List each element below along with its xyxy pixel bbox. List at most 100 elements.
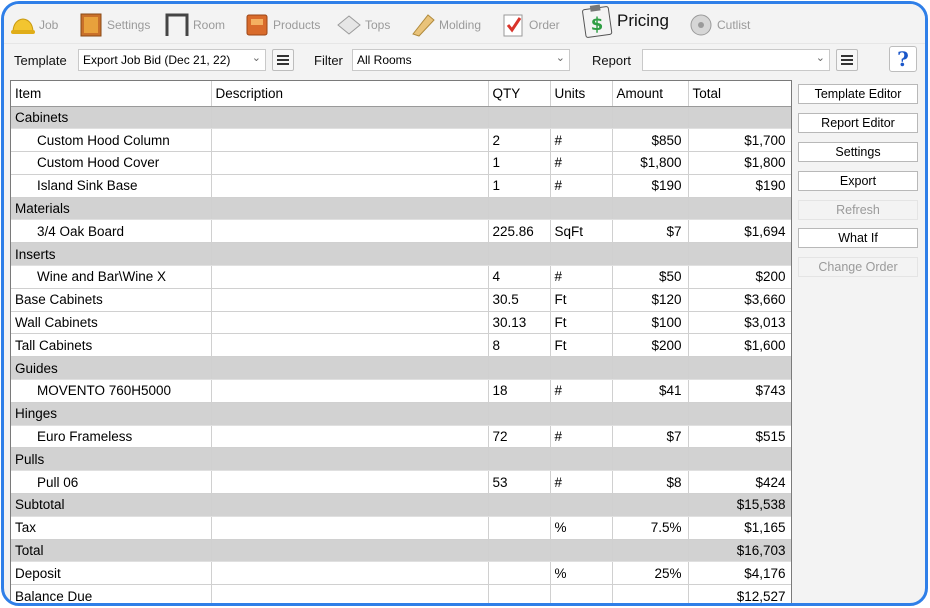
cell-item[interactable]: Base Cabinets <box>11 288 212 312</box>
table-row[interactable]: Balance Due $12,527 <box>11 584 791 603</box>
cell-amount[interactable]: $1,800 <box>612 151 689 175</box>
change-order-button[interactable]: Change Order <box>798 257 918 277</box>
cell-description[interactable] <box>211 561 489 586</box>
cell-item[interactable]: Custom Hood Column <box>11 128 212 153</box>
column-header-item[interactable]: Item <box>11 81 212 107</box>
column-header-qty[interactable]: QTY <box>488 81 551 107</box>
group-row[interactable]: Guides <box>11 356 791 381</box>
cell-units[interactable]: # <box>550 128 613 153</box>
cell-qty[interactable]: 53 <box>488 470 551 495</box>
table-row[interactable]: 3/4 Oak Board 225.86 SqFt $7 $1,694 <box>11 219 791 244</box>
tab-cutlist[interactable]: Cutlist <box>688 10 750 40</box>
column-header-units[interactable]: Units <box>550 81 613 107</box>
cell-item[interactable]: MOVENTO 760H5000 <box>11 379 212 403</box>
cell-total[interactable] <box>688 447 791 472</box>
report-editor-button[interactable]: Report Editor <box>798 113 918 133</box>
table-row[interactable]: Custom Hood Cover 1 # $1,800 $1,800 <box>11 151 791 175</box>
cell-units[interactable] <box>550 106 613 130</box>
cell-units[interactable]: # <box>550 265 613 289</box>
cell-qty[interactable] <box>488 242 551 267</box>
cell-amount[interactable] <box>612 539 689 563</box>
table-row[interactable]: Deposit% 25% $4,176 <box>11 561 791 586</box>
tab-order[interactable]: Order <box>500 10 560 40</box>
cell-item[interactable]: Hinges <box>11 402 212 426</box>
cell-amount[interactable] <box>612 402 689 426</box>
cell-units[interactable]: % <box>550 561 613 586</box>
cell-item[interactable]: Tax <box>11 516 212 540</box>
cell-amount[interactable]: $8 <box>612 470 689 495</box>
cell-description[interactable] <box>211 447 489 472</box>
cell-total[interactable]: $12,527 <box>688 584 791 603</box>
table-row[interactable]: Base Cabinets 30.5 Ft $120 $3,660 <box>11 288 791 312</box>
template-editor-button[interactable]: Template Editor <box>798 84 918 104</box>
cell-total[interactable]: $1,800 <box>688 151 791 175</box>
cell-description[interactable] <box>211 242 489 267</box>
cell-description[interactable] <box>211 356 489 381</box>
help-button[interactable]: ? <box>889 46 917 72</box>
cell-description[interactable] <box>211 516 489 540</box>
cell-total[interactable]: $1,694 <box>688 219 791 244</box>
cell-qty[interactable] <box>488 584 551 603</box>
settings-button[interactable]: Settings <box>798 142 918 162</box>
cell-units[interactable] <box>550 402 613 426</box>
table-row[interactable]: Pull 06 53 # $8 $424 <box>11 470 791 495</box>
cell-description[interactable] <box>211 311 489 335</box>
cell-total[interactable]: $743 <box>688 379 791 403</box>
cell-item[interactable]: Wine and Bar\Wine X <box>11 265 212 289</box>
cell-description[interactable] <box>211 493 489 517</box>
cell-qty[interactable] <box>488 356 551 381</box>
cell-description[interactable] <box>211 402 489 426</box>
cell-units[interactable]: # <box>550 425 613 449</box>
cell-amount[interactable] <box>612 242 689 267</box>
cell-description[interactable] <box>211 197 489 221</box>
template-select[interactable]: Export Job Bid (Dec 21, 22) ⌄ <box>78 49 266 71</box>
cell-total[interactable]: $200 <box>688 265 791 289</box>
column-header-amount[interactable]: Amount <box>612 81 689 107</box>
cell-qty[interactable]: 30.13 <box>488 311 551 335</box>
cell-units[interactable]: # <box>550 151 613 175</box>
cell-description[interactable] <box>211 128 489 153</box>
table-row[interactable]: Wall Cabinets 30.13 Ft $100 $3,013 <box>11 311 791 335</box>
table-row[interactable]: Custom Hood Column 2 # $850 $1,700 <box>11 128 791 153</box>
cell-amount[interactable] <box>612 356 689 381</box>
cell-amount[interactable]: $190 <box>612 174 689 198</box>
tab-job[interactable]: Job <box>10 10 58 40</box>
cell-qty[interactable] <box>488 197 551 221</box>
cell-description[interactable] <box>211 288 489 312</box>
table-row[interactable]: MOVENTO 760H5000 18 # $41 $743 <box>11 379 791 403</box>
cell-total[interactable]: $3,660 <box>688 288 791 312</box>
pricing-grid[interactable]: Item Description QTY Units Amount Total … <box>10 80 792 603</box>
tab-room[interactable]: Room <box>164 10 225 40</box>
cell-qty[interactable] <box>488 561 551 586</box>
cell-total[interactable]: $1,700 <box>688 128 791 153</box>
cell-amount[interactable] <box>612 584 689 603</box>
cell-total[interactable]: $3,013 <box>688 311 791 335</box>
cell-total[interactable]: $424 <box>688 470 791 495</box>
cell-units[interactable]: Ft <box>550 333 613 358</box>
cell-total[interactable]: $4,176 <box>688 561 791 586</box>
cell-units[interactable]: # <box>550 470 613 495</box>
cell-qty[interactable]: 2 <box>488 128 551 153</box>
cell-item[interactable]: Wall Cabinets <box>11 311 212 335</box>
cell-qty[interactable] <box>488 106 551 130</box>
export-button[interactable]: Export <box>798 171 918 191</box>
cell-total[interactable]: $15,538 <box>688 493 791 517</box>
tab-settings[interactable]: Settings <box>78 10 150 40</box>
cell-amount[interactable]: $200 <box>612 333 689 358</box>
cell-item[interactable]: 3/4 Oak Board <box>11 219 212 244</box>
cell-amount[interactable] <box>612 493 689 517</box>
tab-molding[interactable]: Molding <box>410 10 481 40</box>
cell-description[interactable] <box>211 265 489 289</box>
cell-units[interactable]: Ft <box>550 311 613 335</box>
cell-qty[interactable]: 225.86 <box>488 219 551 244</box>
group-row[interactable]: Inserts <box>11 242 791 267</box>
cell-item[interactable]: Tall Cabinets <box>11 333 212 358</box>
cell-total[interactable] <box>688 197 791 221</box>
cell-qty[interactable]: 30.5 <box>488 288 551 312</box>
cell-qty[interactable] <box>488 516 551 540</box>
cell-description[interactable] <box>211 333 489 358</box>
report-menu-button[interactable] <box>836 49 858 71</box>
cell-amount[interactable]: $50 <box>612 265 689 289</box>
cell-units[interactable]: Ft <box>550 288 613 312</box>
cell-units[interactable]: SqFt <box>550 219 613 244</box>
